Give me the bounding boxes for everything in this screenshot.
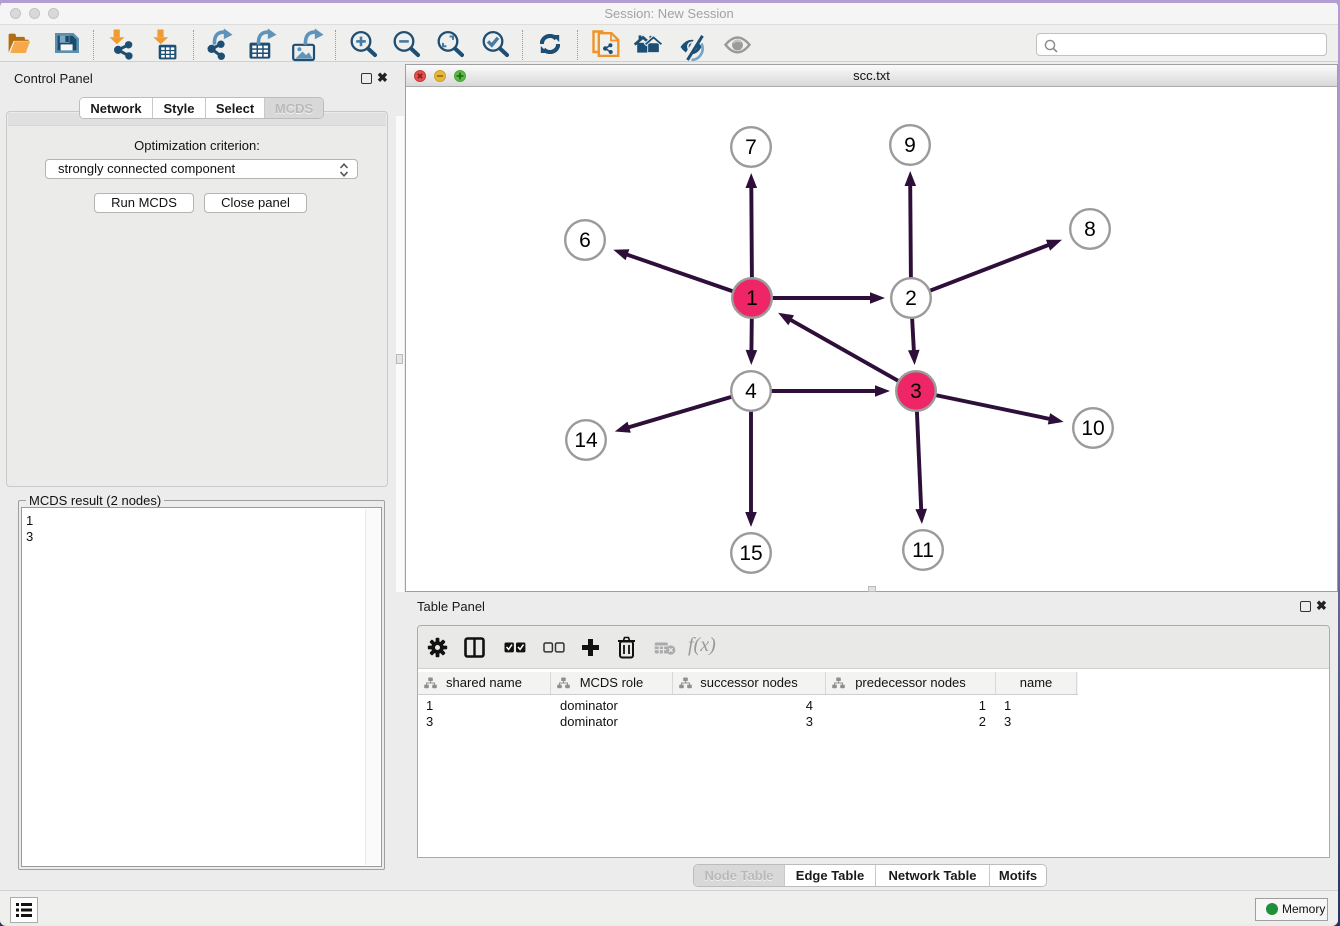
svg-text:1: 1 — [746, 287, 758, 310]
svg-text:10: 10 — [1081, 417, 1104, 440]
svg-text:4: 4 — [745, 380, 757, 403]
svg-text:7: 7 — [745, 136, 757, 159]
svg-text:8: 8 — [1084, 218, 1096, 241]
svg-text:14: 14 — [574, 429, 598, 452]
svg-text:6: 6 — [579, 229, 591, 252]
svg-text:9: 9 — [904, 134, 916, 157]
svg-text:3: 3 — [910, 380, 922, 403]
svg-text:15: 15 — [739, 542, 762, 565]
svg-text:2: 2 — [905, 287, 917, 310]
svg-text:11: 11 — [912, 539, 934, 562]
